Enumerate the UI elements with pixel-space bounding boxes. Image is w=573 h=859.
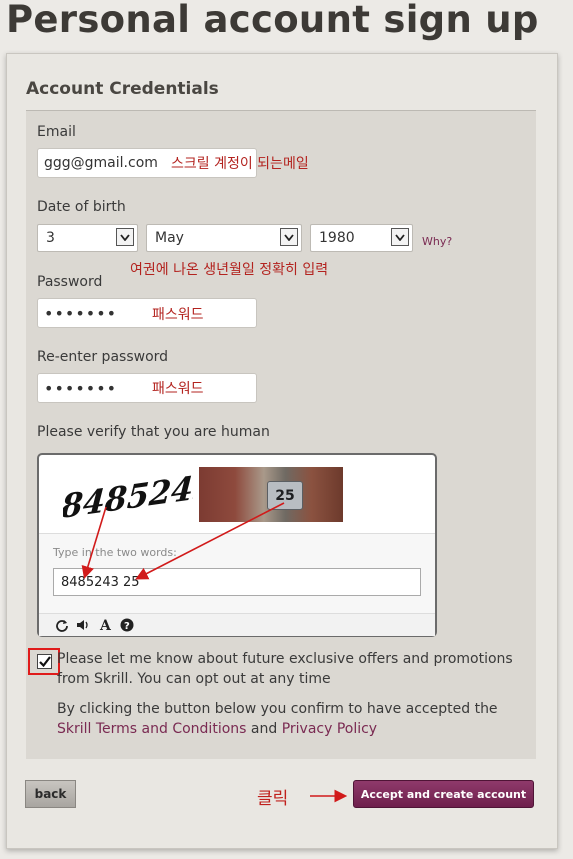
accept-create-account-button[interactable]: Accept and create account bbox=[353, 780, 534, 808]
refresh-icon[interactable] bbox=[55, 618, 69, 632]
password-label: Password bbox=[37, 274, 103, 290]
captcha-input-label: Type in the two words: bbox=[53, 546, 177, 559]
page-title: Personal account sign up bbox=[6, 0, 539, 41]
offers-text: Please let me know about future exclusiv… bbox=[57, 651, 513, 687]
email-label: Email bbox=[37, 124, 76, 140]
email-value: ggg@gmail.com bbox=[44, 155, 158, 171]
chevron-down-icon[interactable] bbox=[391, 228, 409, 246]
password-value: ••••••• bbox=[44, 303, 118, 323]
section-title: Account Credentials bbox=[26, 79, 219, 99]
dob-month-value: May bbox=[155, 230, 184, 246]
back-button[interactable]: back bbox=[25, 780, 76, 808]
chevron-down-icon[interactable] bbox=[116, 228, 134, 246]
dob-day-select[interactable]: 3 bbox=[37, 224, 138, 252]
help-icon[interactable]: ? bbox=[120, 618, 134, 632]
reenter-password-label: Re-enter password bbox=[37, 349, 169, 365]
dob-year-value: 1980 bbox=[319, 230, 355, 246]
chevron-down-icon[interactable] bbox=[280, 228, 298, 246]
captcha-input-value: 8485243 25 bbox=[61, 574, 140, 590]
text-icon[interactable]: A bbox=[99, 617, 113, 632]
checkmark-icon bbox=[38, 656, 51, 667]
dob-year-select[interactable]: 1980 bbox=[310, 224, 413, 252]
audio-icon[interactable] bbox=[76, 619, 90, 631]
terms-link[interactable]: Skrill Terms and Conditions bbox=[57, 721, 246, 737]
click-annotation: 클릭 bbox=[257, 789, 289, 809]
captcha-input[interactable]: 8485243 25 bbox=[53, 568, 421, 596]
terms-middle: and bbox=[246, 721, 282, 737]
terms-prefix: By clicking the button below you confirm… bbox=[57, 701, 498, 717]
dob-label: Date of birth bbox=[37, 199, 126, 215]
why-link[interactable]: Why? bbox=[422, 235, 452, 248]
captcha-widget: 8485243 25 Type in the two words: 848524… bbox=[37, 453, 437, 637]
terms-text: By clicking the button below you confirm… bbox=[57, 699, 522, 739]
offers-checkbox[interactable] bbox=[37, 654, 52, 669]
svg-text:A: A bbox=[99, 618, 112, 632]
captcha-images: 8485243 25 bbox=[39, 455, 435, 533]
email-annotation: 스크릴 계정이 되는메일 bbox=[171, 156, 309, 172]
dob-annotation: 여권에 나온 생년월일 정확히 입력 bbox=[130, 262, 329, 278]
captcha-word-image: 8485243 bbox=[63, 466, 193, 525]
captcha-prompt: Please verify that you are human bbox=[37, 424, 270, 440]
captcha-word-text: 8485243 bbox=[63, 466, 193, 525]
reenter-password-field[interactable]: ••••••• bbox=[37, 373, 257, 403]
password-field[interactable]: ••••••• bbox=[37, 298, 257, 328]
captcha-photo-number: 25 bbox=[267, 481, 303, 510]
captcha-toolbar: A ? bbox=[39, 613, 435, 636]
dob-day-value: 3 bbox=[46, 230, 55, 246]
captcha-photo: 25 bbox=[199, 467, 343, 522]
dob-month-select[interactable]: May bbox=[146, 224, 302, 252]
reenter-password-annotation: 패스워드 bbox=[152, 381, 204, 397]
password-annotation: 패스워드 bbox=[152, 307, 204, 323]
reenter-password-value: ••••••• bbox=[44, 378, 118, 398]
captcha-input-area: Type in the two words: 8485243 25 bbox=[39, 533, 435, 614]
svg-text:?: ? bbox=[124, 621, 130, 632]
privacy-link[interactable]: Privacy Policy bbox=[282, 721, 377, 737]
